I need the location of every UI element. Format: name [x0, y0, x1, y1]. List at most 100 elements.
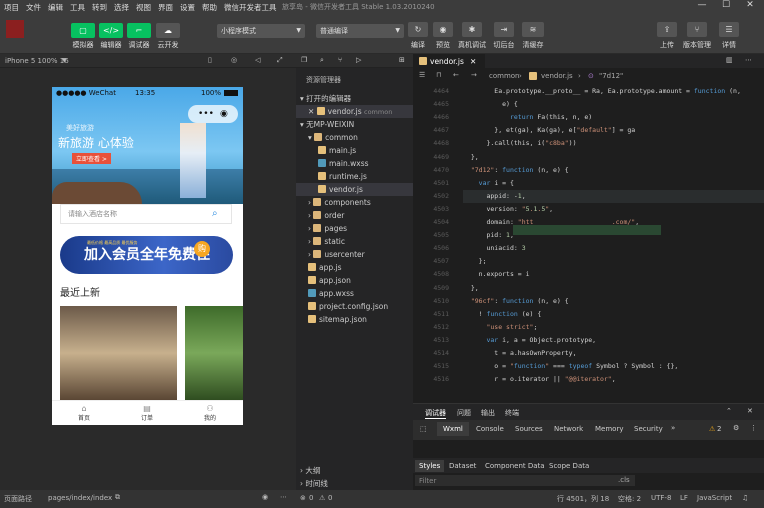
record-icon[interactable]: ◎ [231, 56, 237, 64]
tree-file[interactable]: main.js [296, 144, 413, 157]
tree-file[interactable]: main.wxss [296, 157, 413, 170]
project-header[interactable]: ▾ 无MP-WEIXIN [296, 118, 413, 131]
search-input[interactable]: 请输入酒店名称 [60, 204, 232, 224]
tab-me[interactable]: ⚇ 我的 [200, 404, 220, 422]
tab-problems[interactable]: 问题 [457, 408, 471, 418]
background-button[interactable]: ⇥ [494, 22, 514, 37]
open-editor-item[interactable]: ✕ vendor.js common [296, 105, 413, 118]
tab-network[interactable]: Network [554, 425, 583, 433]
warning-icon[interactable]: ⚠ [709, 425, 715, 433]
search-icon[interactable]: ⌕ [212, 208, 218, 219]
inspect-icon[interactable]: ⬚ [420, 425, 427, 433]
tree-folder[interactable]: › static [296, 235, 413, 248]
tree-file[interactable]: sitemap.json [296, 313, 413, 326]
tab-styles[interactable]: Styles [415, 460, 445, 472]
close-target-icon[interactable]: ◉ [220, 105, 228, 123]
outline-section[interactable]: › 大纲 [296, 464, 413, 477]
open-editors-header[interactable]: ▾ 打开的编辑器 [296, 92, 413, 105]
encoding[interactable]: UTF-8 [651, 494, 671, 502]
remote-debug-button[interactable]: ✱ [462, 22, 482, 37]
tab-sources[interactable]: Sources [515, 425, 543, 433]
preview-button[interactable]: ◉ [433, 22, 453, 37]
more-icon[interactable]: ⋯ [280, 493, 287, 501]
split-editor-icon[interactable]: ▥ [726, 56, 733, 64]
tree-file[interactable]: runtime.js [296, 170, 413, 183]
menu-item-view[interactable]: 视图 [136, 2, 151, 13]
device-select[interactable]: iPhone 5 100% 16 [5, 57, 69, 65]
close-icon[interactable]: ✕ [308, 107, 317, 116]
forward-icon[interactable]: → [471, 71, 477, 79]
copy-icon[interactable]: ⧉ [115, 493, 120, 502]
expand-icon[interactable]: ⤢ [277, 56, 283, 65]
close-icon[interactable]: ✕ [470, 57, 476, 66]
tree-folder[interactable]: ▾ common [296, 131, 413, 144]
bookmark-icon[interactable]: ⊓ [436, 71, 441, 79]
tab-dataset[interactable]: Dataset [449, 462, 476, 470]
filter-input[interactable]: Filter [415, 475, 635, 486]
avatar[interactable] [6, 20, 24, 38]
menu-item-help[interactable]: 帮助 [202, 2, 217, 13]
sidebar-icon[interactable]: ☰ [419, 71, 425, 79]
notifications-icon[interactable]: ♫ [742, 494, 748, 502]
search-icon[interactable]: ⌕ [320, 56, 324, 65]
details-button[interactable]: ☰ [719, 22, 739, 37]
hotel-card[interactable] [60, 306, 177, 400]
tab-vendor-js[interactable]: vendor.js ✕ [413, 54, 485, 68]
menu-item-interface[interactable]: 界面 [158, 2, 173, 13]
cursor-position[interactable]: 行 4501，列 18 [557, 494, 609, 504]
eol[interactable]: LF [680, 494, 688, 502]
menu-item-settings[interactable]: 设置 [180, 2, 195, 13]
files-icon[interactable]: ❐ [301, 56, 307, 64]
menu-item-edit[interactable]: 编辑 [48, 2, 63, 13]
more-icon[interactable]: ••• [198, 105, 214, 123]
breadcrumb-item[interactable]: vendor.js [541, 72, 573, 80]
tab-memory[interactable]: Memory [595, 425, 623, 433]
more-tabs-icon[interactable]: » [671, 424, 675, 432]
menu-item-tools[interactable]: 工具 [70, 2, 85, 13]
breadcrumb-item[interactable]: "7d12" [599, 72, 623, 80]
more-icon[interactable]: ⋮ [750, 424, 757, 432]
tree-folder[interactable]: › usercenter [296, 248, 413, 261]
gear-icon[interactable]: ⚙ [733, 424, 739, 432]
cloud-button[interactable]: ☁ [156, 23, 180, 38]
tree-file[interactable]: app.js [296, 261, 413, 274]
version-button[interactable]: ⑂ [687, 22, 707, 37]
language-mode[interactable]: JavaScript [697, 494, 732, 502]
tab-terminal[interactable]: 终端 [505, 408, 519, 418]
breadcrumb-item[interactable]: common [489, 72, 520, 80]
tab-orders[interactable]: ▤ 订单 [137, 404, 157, 422]
clear-cache-button[interactable]: ≋ [522, 22, 544, 37]
hotel-card[interactable] [185, 306, 243, 400]
menu-item-goto[interactable]: 转到 [92, 2, 107, 13]
tab-debugger[interactable]: 调试器 [425, 408, 446, 419]
debugger-toggle-button[interactable]: ⌐ [127, 23, 151, 38]
compile-button[interactable]: ↻ [408, 22, 428, 37]
editor-toggle-button[interactable]: </> [99, 23, 123, 38]
tab-security[interactable]: Security [634, 425, 663, 433]
menu-item-file[interactable]: 文件 [26, 2, 41, 13]
maximize-icon[interactable]: ☐ [714, 0, 738, 10]
menu-item-project[interactable]: 项目 [4, 2, 19, 13]
volume-icon[interactable]: ◁ [255, 56, 260, 64]
tab-console[interactable]: Console [476, 425, 504, 433]
tree-file[interactable]: app.wxss [296, 287, 413, 300]
cls-toggle[interactable]: .cls [618, 476, 630, 484]
tab-output[interactable]: 输出 [481, 408, 495, 418]
tree-file[interactable]: app.json [296, 274, 413, 287]
close-icon[interactable]: ✕ [747, 407, 753, 415]
tab-wxml[interactable]: Wxml [437, 422, 469, 436]
tree-file[interactable]: project.config.json [296, 300, 413, 313]
error-icon[interactable]: ⊗ [300, 494, 306, 502]
source-control-icon[interactable]: ⑂ [338, 56, 342, 64]
tree-folder[interactable]: › components [296, 196, 413, 209]
phone-icon[interactable]: ▯ [208, 56, 212, 64]
compile-mode-select[interactable]: 普通编译 ▼ [316, 24, 404, 38]
upload-button[interactable]: ⇪ [657, 22, 677, 37]
menu-item-devtools[interactable]: 微信开发者工具 [224, 2, 277, 13]
back-icon[interactable]: ← [453, 71, 459, 79]
tree-folder[interactable]: › pages [296, 222, 413, 235]
tab-component-data[interactable]: Component Data [485, 462, 545, 470]
tab-scope-data[interactable]: Scope Data [549, 462, 589, 470]
simulator-toggle-button[interactable]: ▢ [71, 23, 95, 38]
minimize-icon[interactable]: — [690, 0, 714, 10]
